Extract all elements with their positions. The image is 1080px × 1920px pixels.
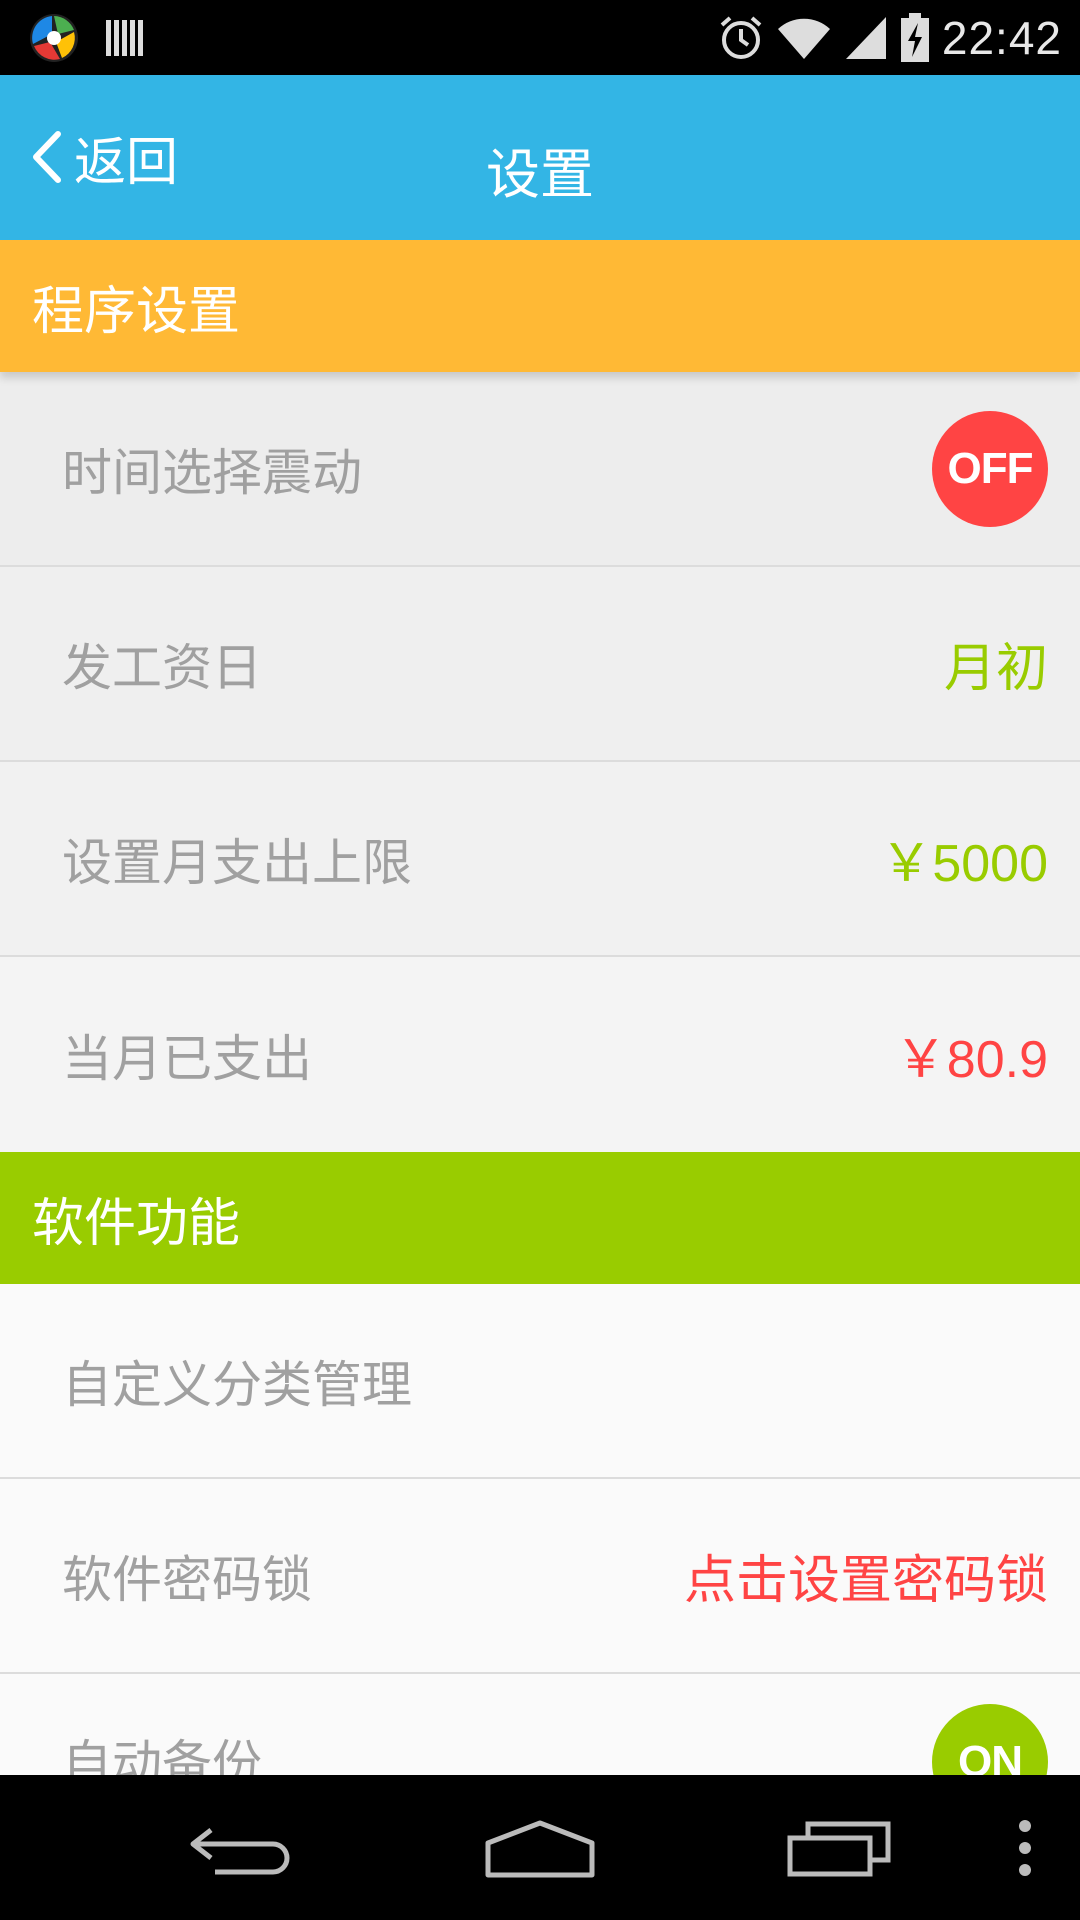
page-title: 设置	[486, 143, 594, 206]
section-header-program-settings: 程序设置	[0, 240, 1080, 372]
vibration-toggle[interactable]: OFF	[932, 410, 1048, 527]
signal-icon	[845, 16, 886, 59]
settings-list: 程序设置 时间选择震动 OFF 发工资日 月初 设置月支出上限 ￥5000 当月…	[0, 240, 1080, 1775]
auto-backup-toggle[interactable]: ON	[932, 1704, 1048, 1775]
status-bar: 22:42	[0, 0, 1080, 75]
barcode-icon	[106, 20, 143, 56]
setting-label: 发工资日	[62, 638, 262, 697]
setting-label: 时间选择震动	[62, 443, 362, 502]
back-nav-button[interactable]	[180, 1805, 300, 1890]
status-icons: 22:42	[718, 0, 1062, 75]
password-lock-value: 点击设置密码锁	[683, 1551, 1048, 1611]
setting-row-custom-categories[interactable]: 自定义分类管理	[0, 1284, 1080, 1479]
back-nav-icon	[190, 1827, 290, 1874]
recents-nav-icon	[787, 1821, 891, 1876]
spent-value: ￥80.9	[894, 1031, 1048, 1089]
recents-nav-button[interactable]	[780, 1805, 900, 1890]
setting-row-vibration[interactable]: 时间选择震动 OFF	[0, 372, 1080, 567]
overflow-menu-icon	[1019, 1819, 1031, 1876]
wifi-icon	[777, 18, 830, 59]
setting-label: 软件密码锁	[62, 1550, 312, 1609]
alarm-icon	[720, 15, 762, 59]
status-time: 22:42	[941, 11, 1062, 64]
home-nav-button[interactable]	[480, 1805, 600, 1890]
setting-label: 自定义分类管理	[62, 1355, 412, 1414]
section-header-software-features: 软件功能	[0, 1152, 1080, 1284]
app-logo-icon	[30, 14, 78, 62]
monthly-limit-value: ￥5000	[880, 835, 1048, 893]
battery-charging-icon	[900, 12, 929, 62]
title-bar: 返回 设置	[0, 75, 1080, 240]
setting-row-spent-this-month[interactable]: 当月已支出 ￥80.9	[0, 957, 1080, 1152]
setting-label: 当月已支出	[62, 1029, 312, 1088]
setting-row-monthly-limit[interactable]: 设置月支出上限 ￥5000	[0, 762, 1080, 957]
navigation-bar	[0, 1775, 1080, 1920]
payday-value: 月初	[943, 639, 1048, 699]
setting-row-auto-backup[interactable]: 自动备份 ON	[0, 1674, 1080, 1775]
setting-row-password-lock[interactable]: 软件密码锁 点击设置密码锁	[0, 1479, 1080, 1674]
overflow-menu-button[interactable]	[1000, 1805, 1050, 1890]
setting-row-payday[interactable]: 发工资日 月初	[0, 567, 1080, 762]
setting-label: 自动备份	[62, 1735, 262, 1775]
setting-label: 设置月支出上限	[62, 833, 412, 892]
home-nav-icon	[485, 1820, 595, 1877]
